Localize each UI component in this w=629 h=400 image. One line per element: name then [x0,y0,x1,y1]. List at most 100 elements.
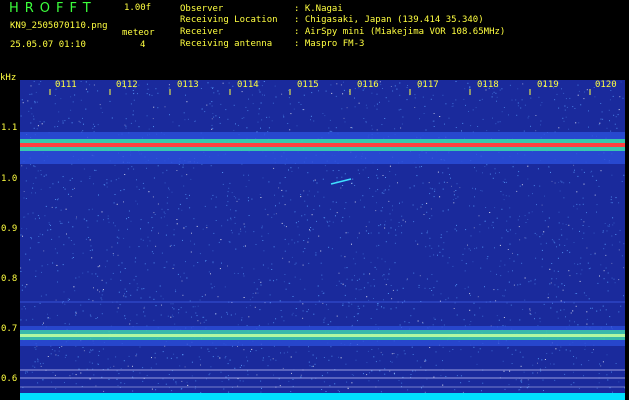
noise-speck [164,182,166,184]
noise-speck [443,181,445,183]
noise-speck [193,243,195,245]
noise-speck [102,348,104,350]
noise-speck [72,257,74,258]
noise-speck [288,380,290,382]
noise-speck [496,217,498,219]
noise-speck [476,363,478,365]
noise-speck [534,279,536,281]
noise-speck [279,385,281,387]
noise-speck [311,365,313,367]
noise-speck [289,282,291,284]
noise-speck [312,365,314,367]
noise-speck [182,239,183,241]
noise-speck [97,317,98,319]
noise-speck [132,370,134,372]
noise-speck [40,365,42,367]
noise-speck [268,181,270,183]
noise-speck [619,241,621,243]
noise-speck [157,92,159,94]
noise-speck [264,208,266,210]
noise-speck [549,268,551,270]
noise-speck [468,111,469,112]
noise-speck [439,196,441,198]
noise-speck [499,265,501,267]
noise-speck [68,221,70,223]
noise-speck [615,363,617,364]
noise-speck [579,280,581,282]
noise-speck [524,277,526,279]
noise-speck [42,324,43,326]
noise-speck [597,282,599,284]
noise-speck [304,200,306,202]
noise-speck [588,360,590,361]
noise-speck [342,283,344,285]
noise-speck [168,84,170,86]
noise-speck [184,119,186,121]
noise-speck [52,183,54,185]
noise-speck [25,308,26,310]
noise-speck [356,313,358,315]
noise-speck [313,120,315,122]
noise-speck [580,257,582,259]
noise-speck [470,125,472,127]
noise-speck [302,303,304,305]
noise-speck [80,81,82,82]
noise-speck [70,96,72,98]
noise-speck [43,121,45,123]
noise-speck [149,94,151,96]
noise-speck [473,302,475,304]
noise-speck [279,182,281,184]
noise-speck [58,350,60,352]
noise-speck [274,85,276,87]
noise-speck [608,109,610,111]
noise-speck [615,197,617,199]
noise-speck [189,207,191,209]
noise-speck [298,101,300,103]
noise-speck [456,297,458,299]
noise-speck [344,121,346,123]
noise-speck [270,359,272,361]
noise-speck [399,324,401,326]
noise-speck [455,127,457,128]
noise-speck [37,359,39,361]
noise-speck [442,360,443,362]
noise-speck [606,230,608,232]
noise-speck [308,350,310,352]
noise-speck [560,180,562,182]
noise-speck [258,108,260,110]
noise-speck [243,297,245,298]
noise-speck [381,258,383,260]
noise-speck [117,254,119,256]
noise-speck [82,252,84,254]
noise-speck [337,389,339,391]
noise-speck [189,300,191,302]
noise-speck [273,246,275,248]
noise-speck [344,173,346,175]
noise-speck [563,120,565,122]
noise-speck [426,278,428,280]
noise-speck [95,169,97,171]
noise-speck [293,108,295,110]
noise-speck [573,363,575,365]
noise-speck [500,275,502,277]
noise-speck [211,128,213,130]
noise-speck [424,105,426,107]
noise-speck [588,298,590,300]
noise-speck [186,174,188,176]
noise-speck [347,232,349,234]
noise-speck [23,197,25,199]
noise-speck [83,123,84,125]
noise-speck [71,177,73,179]
noise-speck [404,353,406,355]
noise-speck [593,232,595,234]
noise-speck [544,359,546,360]
noise-speck [89,239,91,241]
noise-speck [563,182,565,184]
noise-speck [587,262,589,264]
noise-speck [387,293,389,294]
noise-speck [288,261,290,263]
noise-speck [425,246,427,248]
noise-speck [498,172,500,174]
noise-speck [311,92,313,94]
noise-speck [194,120,196,122]
